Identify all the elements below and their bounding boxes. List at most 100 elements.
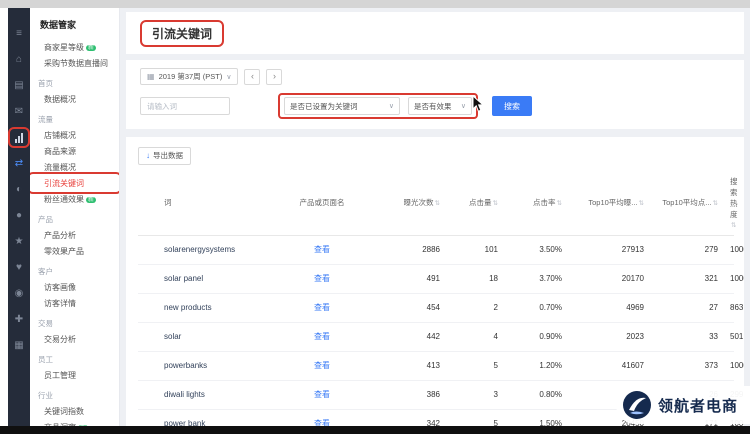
keyword-cell: power bank (138, 409, 278, 426)
view-cell: 查看 (278, 293, 366, 322)
home-icon[interactable]: ⌂ (11, 52, 27, 67)
top10-clicks-cell: 279 (650, 235, 724, 264)
view-link[interactable]: 查看 (314, 361, 330, 370)
effect-filter-select[interactable]: 是否有效果 ∨ (408, 97, 472, 115)
sidebar-item-交易分析[interactable]: 交易分析 (30, 331, 119, 347)
column-header[interactable]: 点击量⇅ (446, 172, 504, 236)
table-row: solarenergysystems查看28861013.50%27913279… (138, 235, 734, 264)
sidebar-item-流量概况[interactable]: 流量概况 (30, 159, 119, 175)
analytics-icon[interactable] (11, 130, 27, 145)
page-title: 引流关键词 (142, 22, 222, 45)
clicks-cell: 5 (446, 351, 504, 380)
view-link[interactable]: 查看 (314, 390, 330, 399)
top10-clicks-cell: 321 (650, 264, 724, 293)
view-cell: 查看 (278, 380, 366, 409)
search-button[interactable]: 搜索 (492, 96, 532, 116)
calendar-icon: ▦ (147, 72, 155, 81)
clicks-cell: 101 (446, 235, 504, 264)
prev-period-button[interactable]: ‹ (244, 69, 260, 85)
sort-icon[interactable]: ⇅ (557, 200, 562, 207)
column-header[interactable]: Top10平均曝...⇅ (568, 172, 650, 236)
keyword-set-filter-value: 是否已设置为关键词 (290, 101, 358, 112)
transfer-icon[interactable]: ⇄ (11, 156, 27, 171)
view-link[interactable]: 查看 (314, 245, 330, 254)
record-icon[interactable]: ● (11, 208, 27, 223)
view-link[interactable]: 查看 (314, 419, 330, 426)
clicks-cell: 3 (446, 380, 504, 409)
column-header[interactable]: 点击率⇅ (504, 172, 568, 236)
impressions-cell: 442 (366, 322, 446, 351)
period-value: 2019 第37周 (PST) (159, 71, 223, 82)
period-select[interactable]: ▦ 2019 第37周 (PST) ∨ (140, 68, 238, 85)
top10-clicks-cell: 33 (650, 322, 724, 351)
export-data-button[interactable]: ↓ 导出数据 (138, 147, 191, 165)
menu-icon[interactable]: ≡ (11, 26, 27, 41)
keyword-cell: solarenergysystems (138, 235, 278, 264)
sidebar-item-员工管理[interactable]: 员工管理 (30, 367, 119, 383)
sidebar-section-label: 行业 (30, 388, 119, 403)
plus-icon[interactable]: ✚ (11, 312, 27, 327)
view-link[interactable]: 查看 (314, 274, 330, 283)
column-header[interactable]: Top10平均点...⇅ (650, 172, 724, 236)
watermark-text: 领航者电商 (658, 395, 738, 416)
page-header: 引流关键词 (126, 12, 744, 54)
view-cell: 查看 (278, 264, 366, 293)
view-cell: 查看 (278, 351, 366, 380)
ctr-cell: 3.70% (504, 264, 568, 293)
sort-icon[interactable]: ⇅ (639, 200, 644, 207)
sidebar-item-商家星等级[interactable]: 商家星等级新 (30, 39, 119, 55)
top10-impressions-cell: 41607 (568, 351, 650, 380)
window-top-strip (0, 0, 750, 8)
ctr-cell: 0.70% (504, 293, 568, 322)
app-frame: ≡⌂▤✉⇄◐●★♥◉✚▦ 数据管家 商家星等级新采购节数据直播间首页数据概况流量… (0, 0, 750, 434)
target-icon[interactable]: ◉ (11, 286, 27, 301)
keyword-cell: new products (138, 293, 278, 322)
keyword-set-filter-select[interactable]: 是否已设置为关键词 ∨ (284, 97, 400, 115)
clicks-cell: 5 (446, 409, 504, 426)
top10-impressions-cell: 4969 (568, 293, 650, 322)
sidebar-item-零效果产品[interactable]: 零效果产品 (30, 243, 119, 259)
export-data-label: 导出数据 (153, 150, 183, 161)
column-header[interactable]: 搜索热度⇅ (724, 172, 734, 236)
table-row: new products查看45420.70%496927863 (138, 293, 734, 322)
sort-icon[interactable]: ⇅ (493, 200, 498, 207)
sidebar-item-采购节数据直播间[interactable]: 采购节数据直播间 (30, 55, 119, 71)
keyword-cell: solar panel (138, 264, 278, 293)
keyword-cell: solar (138, 322, 278, 351)
sidebar-item-店铺概况[interactable]: 店铺概况 (30, 127, 119, 143)
apps-icon[interactable]: ▦ (11, 338, 27, 353)
top10-impressions-cell: 20170 (568, 264, 650, 293)
next-period-button[interactable]: › (266, 69, 282, 85)
ctr-cell: 0.80% (504, 380, 568, 409)
view-link[interactable]: 查看 (314, 303, 330, 312)
sidebar-item-引流关键词[interactable]: 引流关键词 (30, 175, 119, 191)
star-icon[interactable]: ★ (11, 234, 27, 249)
window-bottom-strip (0, 426, 750, 434)
sidebar-section-label: 交易 (30, 316, 119, 331)
impressions-cell: 386 (366, 380, 446, 409)
sort-icon[interactable]: ⇅ (435, 200, 440, 207)
new-badge: 新 (86, 45, 96, 51)
sidebar-item-商品来源[interactable]: 商品来源 (30, 143, 119, 159)
chevron-down-icon: ∨ (226, 73, 231, 81)
message-icon[interactable]: ✉ (11, 104, 27, 119)
keyword-search-input[interactable] (140, 97, 230, 115)
sidebar-item-产品分析[interactable]: 产品分析 (30, 227, 119, 243)
sidebar-item-数据概况[interactable]: 数据概况 (30, 91, 119, 107)
favorites-icon[interactable]: ♥ (11, 260, 27, 275)
sort-icon[interactable]: ⇅ (713, 200, 718, 207)
sidebar-item-访客画像[interactable]: 访客画像 (30, 279, 119, 295)
column-header[interactable]: 曝光次数⇅ (366, 172, 446, 236)
watermark-logo (622, 390, 652, 420)
sidebar-item-粉丝通效果[interactable]: 粉丝通效果新 (30, 191, 119, 207)
search-heat-cell: 1000 (724, 264, 734, 293)
clock-icon[interactable]: ◐ (11, 182, 27, 197)
sort-icon[interactable]: ⇅ (731, 222, 736, 229)
sidebar-item-关键词指数[interactable]: 关键词指数 (30, 403, 119, 419)
sidebar-item-商品洞察[interactable]: 商品洞察新 (30, 419, 119, 426)
orders-icon[interactable]: ▤ (11, 78, 27, 93)
sidebar: 数据管家 商家星等级新采购节数据直播间首页数据概况流量店铺概况商品来源流量概况引… (30, 8, 120, 426)
view-link[interactable]: 查看 (314, 332, 330, 341)
top10-impressions-cell: 2023 (568, 322, 650, 351)
sidebar-item-访客详情[interactable]: 访客详情 (30, 295, 119, 311)
